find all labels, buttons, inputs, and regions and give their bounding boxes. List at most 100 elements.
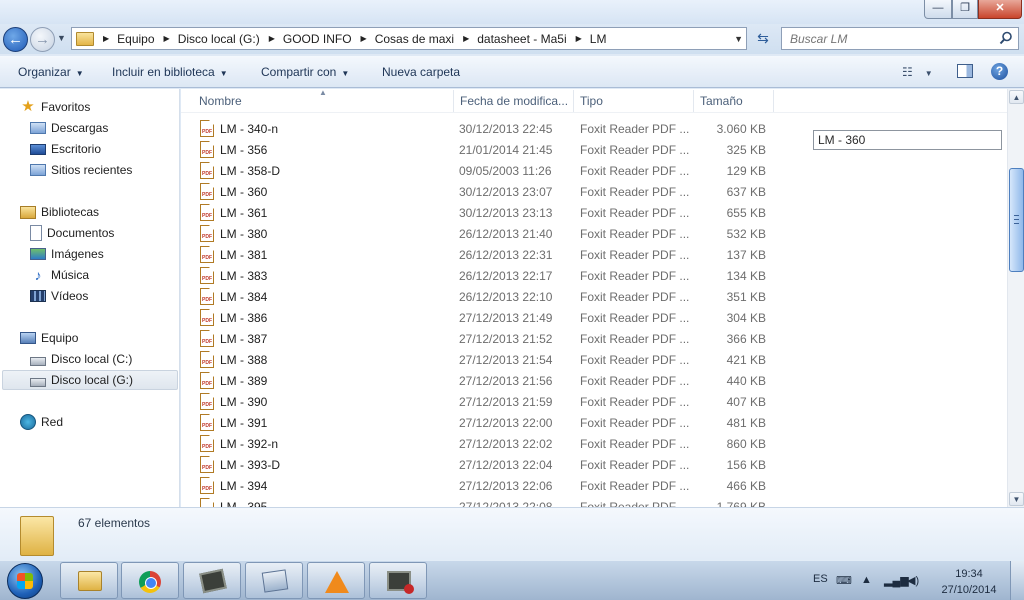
search-box[interactable]	[781, 27, 1019, 50]
column-header-date[interactable]: Fecha de modifica...	[460, 94, 568, 108]
file-row[interactable]: PDF LM - 395 27/12/2013 22:08 Foxit Reader …	[181, 496, 781, 507]
file-name[interactable]: LM - 356	[220, 143, 267, 157]
address-history-dropdown[interactable]: ▼	[734, 34, 743, 44]
file-name[interactable]: LM - 394	[220, 479, 267, 493]
new-folder-button[interactable]: Nueva carpeta	[382, 65, 460, 79]
breadcrumb-label[interactable]: Cosas de maxi	[375, 32, 454, 46]
search-input[interactable]	[782, 28, 992, 49]
search-icon[interactable]	[999, 31, 1013, 45]
column-header-type[interactable]: Tipo	[580, 94, 603, 108]
file-name[interactable]: LM - 380	[220, 227, 267, 241]
file-row[interactable]: PDF LM - 383 26/12/2013 22:17 Foxit Reader …	[181, 265, 781, 286]
sidebar-item-recent[interactable]: Sitios recientes	[30, 160, 132, 180]
chevron-down-icon[interactable]: ▼	[220, 69, 228, 78]
chevron-down-icon[interactable]: ▼	[341, 69, 349, 78]
chevron-right-icon[interactable]: ▶	[463, 34, 469, 43]
network-signal-icon[interactable]: ▂▄▆	[884, 574, 909, 587]
clock-time[interactable]: 19:34	[940, 568, 998, 580]
file-row[interactable]: PDF LM - 392-n 27/12/2013 22:02 Foxit Reade…	[181, 433, 781, 454]
file-name[interactable]: LM - 386	[220, 311, 267, 325]
maximize-button[interactable]: ❐	[952, 0, 978, 19]
taskbar-chrome[interactable]	[121, 562, 179, 599]
breadcrumb-drive-g[interactable]: ▶ Disco local (G:)	[155, 32, 260, 46]
taskbar-notepad-app[interactable]	[245, 562, 303, 599]
share-label[interactable]: Compartir con	[261, 65, 336, 79]
sidebar-item-documents[interactable]: Documentos	[30, 223, 114, 243]
file-row[interactable]: PDF LM - 381 26/12/2013 22:31 Foxit Reader …	[181, 244, 781, 265]
change-view-button[interactable]: ☷ ▼	[902, 65, 933, 79]
file-row[interactable]: PDF LM - 386 27/12/2013 21:49 Foxit Reader …	[181, 307, 781, 328]
file-name[interactable]: LM - 340-n	[220, 122, 278, 136]
breadcrumb-cosas-de-maxi[interactable]: ▶ Cosas de maxi	[352, 32, 455, 46]
file-name[interactable]: LM - 384	[220, 290, 267, 304]
sidebar-item-favorites[interactable]: ★ Favoritos	[20, 97, 90, 117]
language-indicator[interactable]: ES	[813, 573, 828, 585]
keyboard-icon[interactable]: ⌨	[836, 574, 852, 587]
breadcrumb-label[interactable]: datasheet - Ma5i	[477, 32, 566, 46]
file-row[interactable]: PDF LM - 380 26/12/2013 21:40 Foxit Reader …	[181, 223, 781, 244]
sidebar-item-downloads[interactable]: Descargas	[30, 118, 108, 138]
breadcrumb-equipo[interactable]: ▶ Equipo	[94, 32, 155, 46]
preview-pane-icon[interactable]	[957, 64, 973, 78]
file-row[interactable]: PDF LM - 394 27/12/2013 22:06 Foxit Reader …	[181, 475, 781, 496]
file-name[interactable]: LM - 381	[220, 248, 267, 262]
close-button[interactable]: ✕	[978, 0, 1022, 19]
scroll-up-button[interactable]: ▲	[1009, 90, 1024, 104]
taskbar-explorer[interactable]	[60, 562, 118, 599]
file-name[interactable]: LM - 390	[220, 395, 267, 409]
breadcrumb-label[interactable]: Equipo	[117, 32, 154, 46]
file-row[interactable]: PDF LM - 387 27/12/2013 21:52 Foxit Reader …	[181, 328, 781, 349]
minimize-button[interactable]: —	[924, 0, 952, 19]
sidebar-item-libraries[interactable]: Bibliotecas	[20, 202, 99, 222]
file-name[interactable]: LM - 389	[220, 374, 267, 388]
column-header-name[interactable]: Nombre	[199, 94, 242, 108]
file-name[interactable]: LM - 361	[220, 206, 267, 220]
help-icon[interactable]: ?	[991, 63, 1008, 80]
file-name[interactable]: LM - 393-D	[220, 458, 280, 472]
address-bar[interactable]: ▶ Equipo ▶ Disco local (G:) ▶ GOOD INFO …	[71, 27, 747, 50]
file-name[interactable]: LM - 358-D	[220, 164, 280, 178]
include-library-label[interactable]: Incluir en biblioteca	[112, 65, 215, 79]
file-row[interactable]: PDF LM - 390 27/12/2013 21:59 Foxit Reader …	[181, 391, 781, 412]
forward-button[interactable]: →	[30, 27, 55, 52]
sidebar-item-drive-g[interactable]: Disco local (G:)	[2, 370, 178, 390]
column-divider[interactable]	[693, 90, 694, 112]
file-name[interactable]: LM - 392-n	[220, 437, 278, 451]
chevron-right-icon[interactable]: ▶	[576, 34, 582, 43]
file-name[interactable]: LM - 391	[220, 416, 267, 430]
chevron-right-icon[interactable]: ▶	[361, 34, 367, 43]
organize-label[interactable]: Organizar	[18, 65, 71, 79]
show-hidden-icons-icon[interactable]: ▲	[861, 574, 872, 586]
breadcrumb-label[interactable]: LM	[590, 32, 607, 46]
back-button[interactable]: ←	[3, 27, 28, 52]
file-name[interactable]: LM - 388	[220, 353, 267, 367]
organize-menu[interactable]: Organizar ▼	[18, 65, 84, 79]
file-name[interactable]: LM - 387	[220, 332, 267, 346]
breadcrumb-label[interactable]: Disco local (G:)	[178, 32, 260, 46]
chevron-down-icon[interactable]: ▼	[925, 69, 933, 78]
file-row[interactable]: PDF LM - 340-n 30/12/2013 22:45 Foxit Reade…	[181, 118, 781, 139]
taskbar-vlc[interactable]	[307, 562, 365, 599]
column-header-size[interactable]: Tamaño	[700, 94, 743, 108]
breadcrumb-lm[interactable]: ▶ LM	[567, 32, 607, 46]
include-library-menu[interactable]: Incluir en biblioteca ▼	[112, 65, 228, 79]
breadcrumb-label[interactable]: GOOD INFO	[283, 32, 352, 46]
file-name[interactable]: LM - 360	[220, 185, 267, 199]
chevron-right-icon[interactable]: ▶	[103, 34, 109, 43]
taskbar-chip-record-app[interactable]	[369, 562, 427, 599]
file-row[interactable]: PDF LM - 384 26/12/2013 22:10 Foxit Reader …	[181, 286, 781, 307]
show-desktop-button[interactable]	[1010, 561, 1024, 600]
sidebar-item-music[interactable]: ♪ Música	[30, 265, 90, 285]
file-row[interactable]: PDF LM - 391 27/12/2013 22:00 Foxit Reader …	[181, 412, 781, 433]
recent-pages-dropdown[interactable]: ▼	[57, 33, 66, 43]
share-menu[interactable]: Compartir con ▼	[261, 65, 349, 79]
clock-date[interactable]: 27/10/2014	[935, 584, 1003, 596]
volume-icon[interactable]: ◀)	[907, 574, 919, 587]
taskbar-chip-app[interactable]	[183, 562, 241, 599]
sidebar-item-desktop[interactable]: Escritorio	[30, 139, 101, 159]
file-row[interactable]: PDF LM - 356 21/01/2014 21:45 Foxit Reader …	[181, 139, 781, 160]
chevron-right-icon[interactable]: ▶	[269, 34, 275, 43]
sidebar-item-videos[interactable]: Vídeos	[30, 286, 88, 306]
file-row[interactable]: PDF LM - 393-D 27/12/2013 22:04 Foxit Reade…	[181, 454, 781, 475]
rename-field[interactable]: LM - 360	[813, 130, 1002, 150]
